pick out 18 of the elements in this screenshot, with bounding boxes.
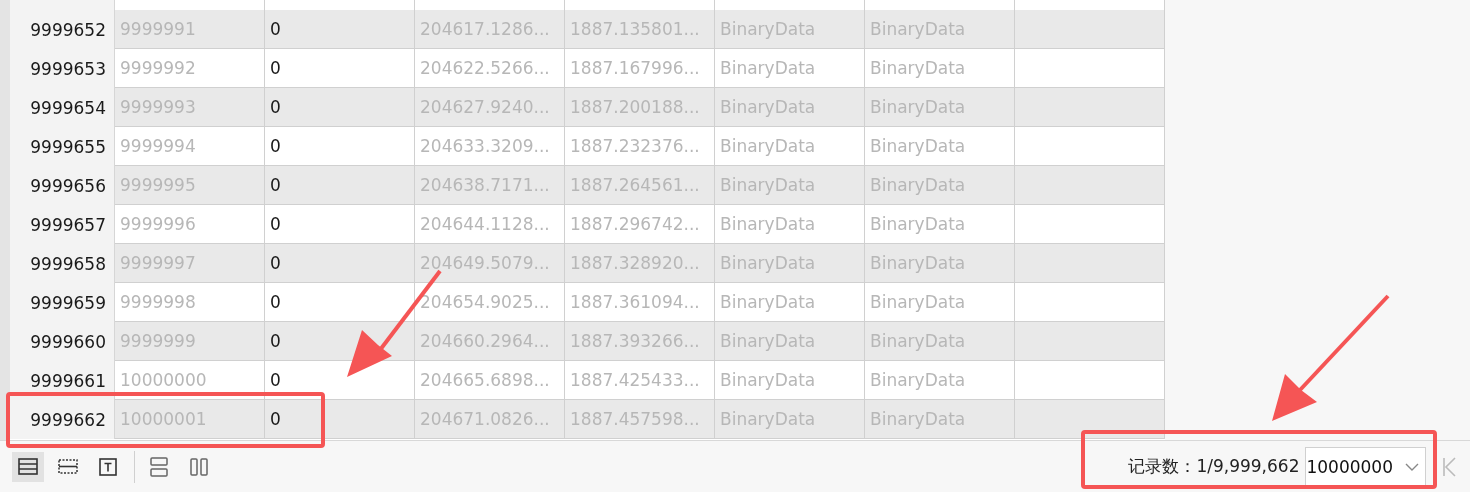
row-number: 9999654: [10, 88, 115, 127]
row-number: 9999656: [10, 166, 115, 205]
row-number: 9999658: [10, 244, 115, 283]
row-number: 9999655: [10, 127, 115, 166]
record-count: 记录数：1/9,999,662: [1128, 455, 1300, 478]
table-cell: 0: [265, 244, 415, 283]
table-cell: 0: [265, 10, 415, 49]
row-number: 9999660: [10, 322, 115, 361]
table-cell: 0: [265, 400, 415, 439]
row-number: 9999653: [10, 49, 115, 88]
table-cell: 0: [265, 166, 415, 205]
row-number: 9999662: [10, 400, 115, 439]
page-size-dropdown[interactable]: 10000000: [1305, 446, 1426, 487]
row-number: 9999661: [10, 361, 115, 400]
row-number: 9999652: [10, 10, 115, 49]
table-cell: 0: [265, 88, 415, 127]
row-number: 9999657: [10, 205, 115, 244]
row-number: 9999659: [10, 283, 115, 322]
